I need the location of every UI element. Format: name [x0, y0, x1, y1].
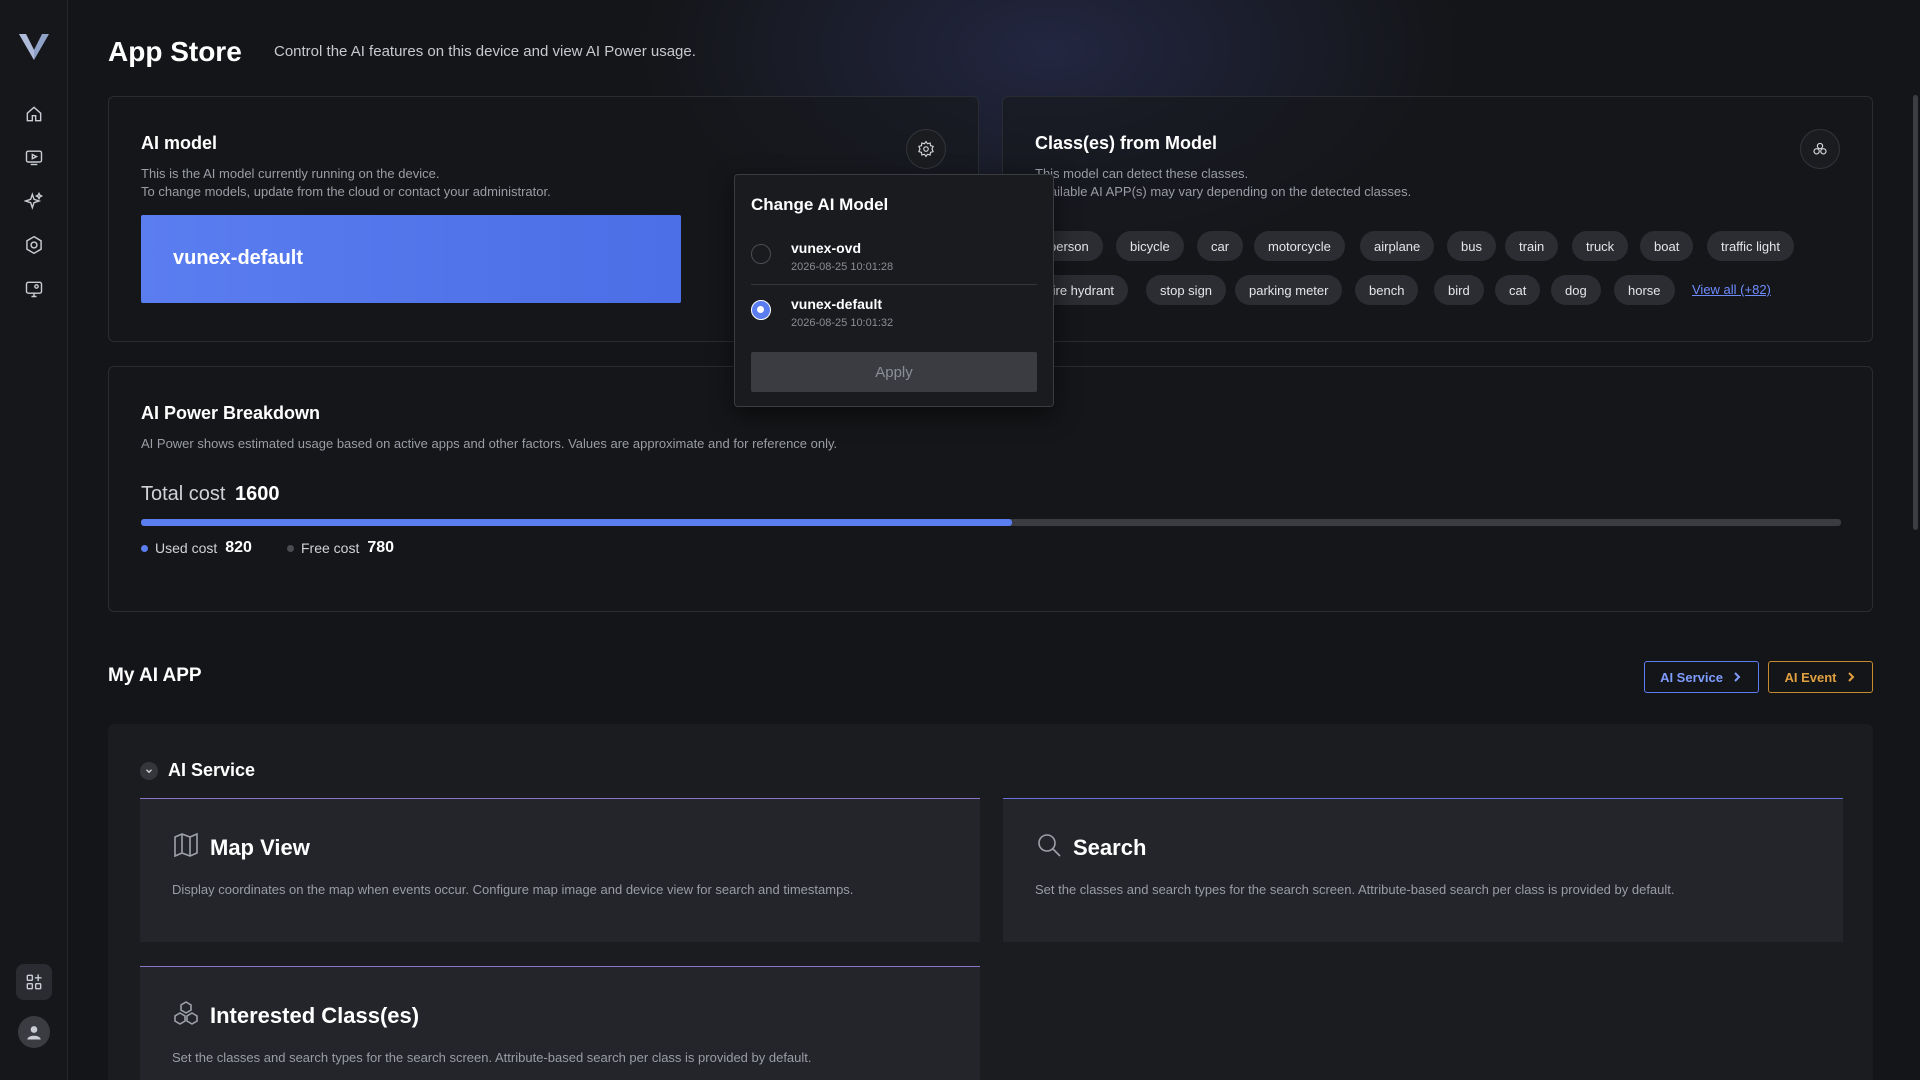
classes-desc-1: This model can detect these classes. — [1035, 166, 1249, 181]
class-chip: bus — [1447, 231, 1496, 261]
interested-classes-card[interactable]: Interested Class(es) Set the classes and… — [140, 966, 980, 1080]
avatar[interactable] — [18, 1016, 50, 1048]
model-option-vunex-ovd[interactable]: vunex-ovd 2026-08-25 10:01:28 — [751, 231, 1037, 285]
class-chip: traffic light — [1707, 231, 1795, 261]
cubes-icon — [172, 999, 200, 1027]
ai-service-section-title: AI Service — [168, 760, 256, 780]
model-option-vunex-default[interactable]: vunex-default 2026-08-25 10:01:32 — [751, 287, 1037, 341]
class-chip: bird — [1434, 275, 1484, 305]
option-date: 2026-08-25 10:01:32 — [791, 317, 894, 329]
free-cost-legend: Free cost 780 — [287, 539, 394, 557]
view-all-classes-link[interactable]: View all (+82) — [1692, 282, 1771, 297]
option-name: vunex-ovd — [791, 240, 862, 256]
current-model-banner: vunex-default — [141, 215, 681, 303]
sidebar — [0, 0, 68, 1080]
ai-app-panel: AI Service Map View Display coordinates … — [108, 724, 1873, 1080]
search-title: Search — [1073, 835, 1147, 860]
used-cost-label: Used cost — [155, 540, 218, 556]
chevron-right-icon — [1734, 672, 1741, 682]
used-cost-dot — [141, 544, 148, 552]
total-cost-value: 1600 — [235, 483, 280, 505]
gear-icon[interactable] — [906, 129, 946, 169]
ai-model-desc-1: This is the AI model currently running o… — [141, 166, 440, 181]
logo-icon[interactable] — [17, 30, 51, 64]
class-chip: bicycle — [1116, 231, 1184, 261]
ai-service-section-toggle[interactable]: AI Service — [140, 760, 255, 781]
class-chip: horse — [1614, 275, 1675, 305]
class-chip: airplane — [1360, 231, 1435, 261]
class-chip: motorcycle — [1254, 231, 1345, 261]
scrollbar-thumb[interactable] — [1913, 95, 1918, 530]
classes-desc-2: Available AI APP(s) may vary depending o… — [1035, 184, 1412, 199]
interested-classes-title: Interested Class(es) — [210, 1003, 420, 1028]
scrollbar[interactable] — [1912, 0, 1920, 1080]
ai-service-button[interactable]: AI Service — [1644, 661, 1759, 693]
search-icon — [1035, 831, 1063, 859]
ai-model-title: AI model — [141, 133, 218, 153]
radio-button-selected[interactable] — [751, 300, 771, 320]
video-icon[interactable] — [18, 141, 50, 173]
used-cost-value: 820 — [225, 539, 252, 556]
settings-icon[interactable] — [18, 229, 50, 261]
classes-card: Class(es) from Model This model can dete… — [1002, 96, 1873, 342]
map-view-title: Map View — [210, 835, 310, 860]
option-date: 2026-08-25 10:01:28 — [791, 261, 894, 273]
ai-model-desc-2: To change models, update from the cloud … — [141, 184, 551, 199]
apps-icon[interactable] — [16, 964, 52, 1000]
power-usage-bar — [141, 519, 1841, 526]
page-title: App Store — [108, 36, 242, 67]
map-view-desc: Display coordinates on the map when even… — [172, 882, 854, 897]
free-cost-dot — [287, 544, 294, 552]
popup-title: Change AI Model — [751, 195, 889, 214]
monitor-settings-icon[interactable] — [18, 273, 50, 305]
free-cost-label: Free cost — [301, 540, 360, 556]
chevron-right-icon — [1847, 672, 1854, 682]
ai-event-button-label: AI Event — [1784, 669, 1837, 685]
apply-button[interactable]: Apply — [751, 352, 1037, 392]
page-subtitle: Control the AI features on this device a… — [274, 43, 696, 60]
map-icon — [172, 831, 200, 859]
ai-event-button[interactable]: AI Event — [1768, 661, 1873, 693]
classes-title: Class(es) from Model — [1035, 133, 1218, 153]
class-chip: truck — [1572, 231, 1629, 261]
my-ai-app-title: My AI APP — [108, 665, 202, 686]
interested-classes-desc: Set the classes and search types for the… — [172, 1050, 812, 1065]
class-chip: dog — [1551, 275, 1601, 305]
class-chip: stop sign — [1146, 275, 1227, 305]
option-name: vunex-default — [791, 296, 883, 312]
class-chip: train — [1505, 231, 1559, 261]
search-card[interactable]: Search Set the classes and search types … — [1003, 798, 1843, 942]
used-cost-legend: Used cost 820 — [141, 539, 252, 557]
ai-power-desc: AI Power shows estimated usage based on … — [141, 436, 838, 451]
total-cost: Total cost 1600 — [141, 483, 280, 506]
search-desc: Set the classes and search types for the… — [1035, 882, 1675, 897]
used-cost-fill — [141, 519, 1013, 526]
class-chip: car — [1197, 231, 1244, 261]
home-icon[interactable] — [18, 98, 50, 130]
ai-power-title: AI Power Breakdown — [141, 403, 321, 423]
radio-button[interactable] — [751, 244, 771, 264]
total-cost-label: Total cost — [141, 483, 226, 505]
divider — [751, 284, 1037, 285]
current-model-name: vunex-default — [173, 247, 304, 269]
model-classes-icon[interactable] — [1800, 129, 1840, 169]
ai-service-button-label: AI Service — [1660, 669, 1723, 685]
sparkle-ai-icon[interactable] — [18, 185, 50, 217]
class-chip: boat — [1640, 231, 1694, 261]
change-model-popup: Change AI Model vunex-ovd 2026-08-25 10:… — [734, 174, 1054, 407]
class-chip: bench — [1355, 275, 1419, 305]
class-chip: parking meter — [1235, 275, 1343, 305]
class-chip: cat — [1495, 275, 1541, 305]
map-view-card[interactable]: Map View Display coordinates on the map … — [140, 798, 980, 942]
chevron-down-icon — [140, 761, 158, 780]
free-cost-value: 780 — [367, 539, 395, 556]
